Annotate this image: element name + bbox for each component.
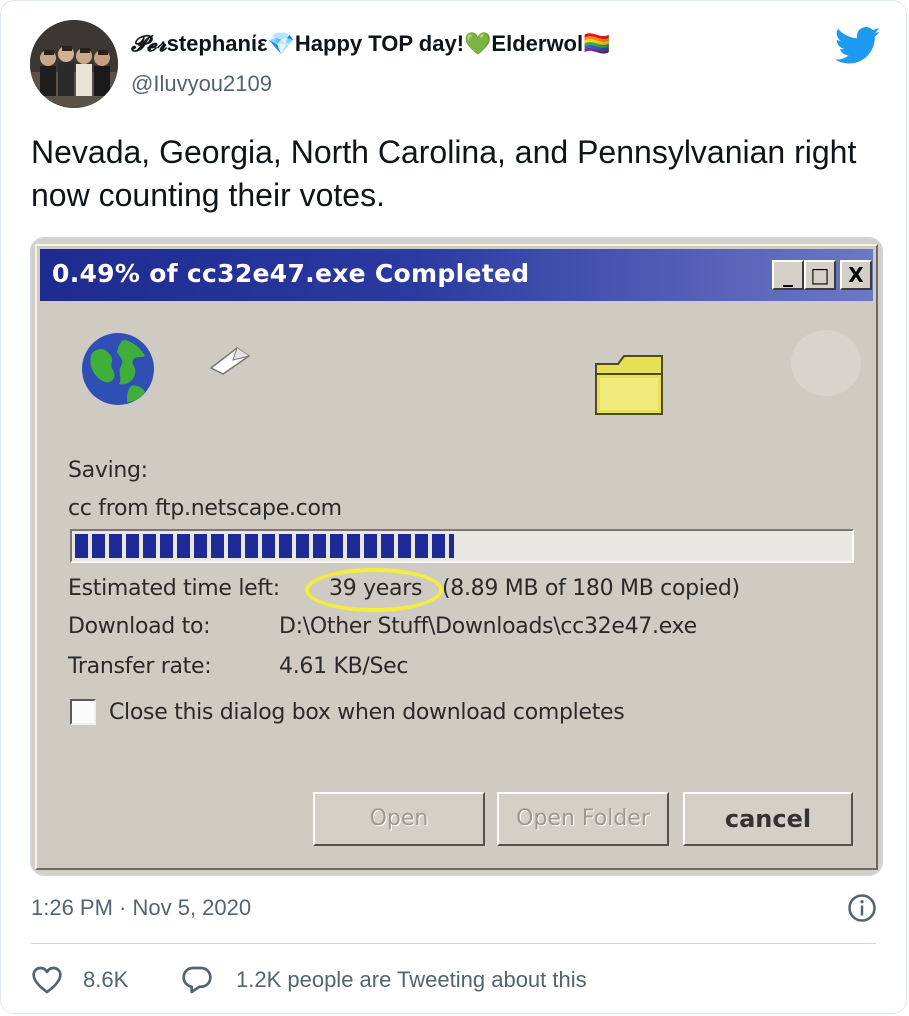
transfer-rate-label: Transfer rate: [68, 654, 212, 679]
author-name-rest: stephanίε💎Happy TOP day!💚Elderwol🏳️‍🌈 [166, 31, 611, 56]
close-on-complete-checkbox[interactable] [70, 699, 96, 725]
tweet-timestamp[interactable]: 1:26 PM · Nov 5, 2020 [31, 895, 251, 921]
download-path: D:\Other Stuff\Downloads\cc32e47.exe [279, 614, 697, 639]
divider [31, 943, 876, 944]
transfer-rate-value: 4.61 KB/Sec [279, 654, 409, 679]
faint-circle-artifact [791, 330, 861, 396]
avatar-photo [30, 20, 118, 108]
author-name[interactable]: 𝓟𝓮𝓻stephanίε💎Happy TOP day!💚Elderwol🏳️‍🌈 [131, 31, 611, 57]
yellow-highlight-circle [305, 568, 443, 612]
globe-icon [82, 333, 154, 405]
info-icon[interactable] [847, 893, 877, 923]
download-progress-bar [70, 529, 854, 563]
author-name-script: 𝓟𝓮𝓻 [131, 31, 167, 57]
minimize-button[interactable]: _ [772, 260, 804, 290]
dialog-title: 0.49% of cc32e47.exe Completed [52, 259, 530, 288]
open-folder-button[interactable]: Open Folder [497, 792, 669, 846]
progress-fill [75, 534, 454, 558]
twitter-bird-icon[interactable] [835, 27, 881, 65]
dialog-titlebar[interactable]: 0.49% of cc32e47.exe Completed _ □ X [40, 249, 873, 301]
saving-label: Saving: [68, 458, 148, 483]
estimated-time-label: Estimated time left: [68, 576, 280, 601]
cancel-button[interactable]: cancel [683, 792, 853, 846]
tweet-media[interactable]: 0.49% of cc32e47.exe Completed _ □ X Sav… [30, 237, 883, 876]
download-dialog: 0.49% of cc32e47.exe Completed _ □ X Sav… [35, 244, 878, 870]
likes-count[interactable]: 8.6K [83, 967, 128, 993]
flying-paper-icon [209, 347, 251, 375]
tweeting-about-this-link[interactable]: 1.2K people are Tweeting about this [236, 967, 587, 993]
copied-amount: (8.89 MB of 180 MB copied) [442, 576, 740, 601]
close-button[interactable]: X [840, 260, 872, 290]
avatar[interactable] [30, 20, 118, 108]
saving-source: cc from ftp.netscape.com [68, 496, 342, 521]
download-to-label: Download to: [68, 614, 211, 639]
author-handle[interactable]: @Iluvyou2109 [131, 71, 272, 97]
tweet-card: 𝓟𝓮𝓻stephanίε💎Happy TOP day!💚Elderwol🏳️‍🌈… [0, 0, 907, 1014]
tweet-text: Nevada, Georgia, North Carolina, and Pen… [31, 134, 857, 213]
speech-bubble-icon[interactable] [181, 965, 213, 995]
open-button[interactable]: Open [313, 792, 485, 846]
close-on-complete-label: Close this dialog box when download comp… [109, 700, 625, 725]
heart-icon[interactable] [31, 965, 63, 995]
folder-icon [595, 355, 663, 415]
maximize-button[interactable]: □ [804, 260, 836, 290]
